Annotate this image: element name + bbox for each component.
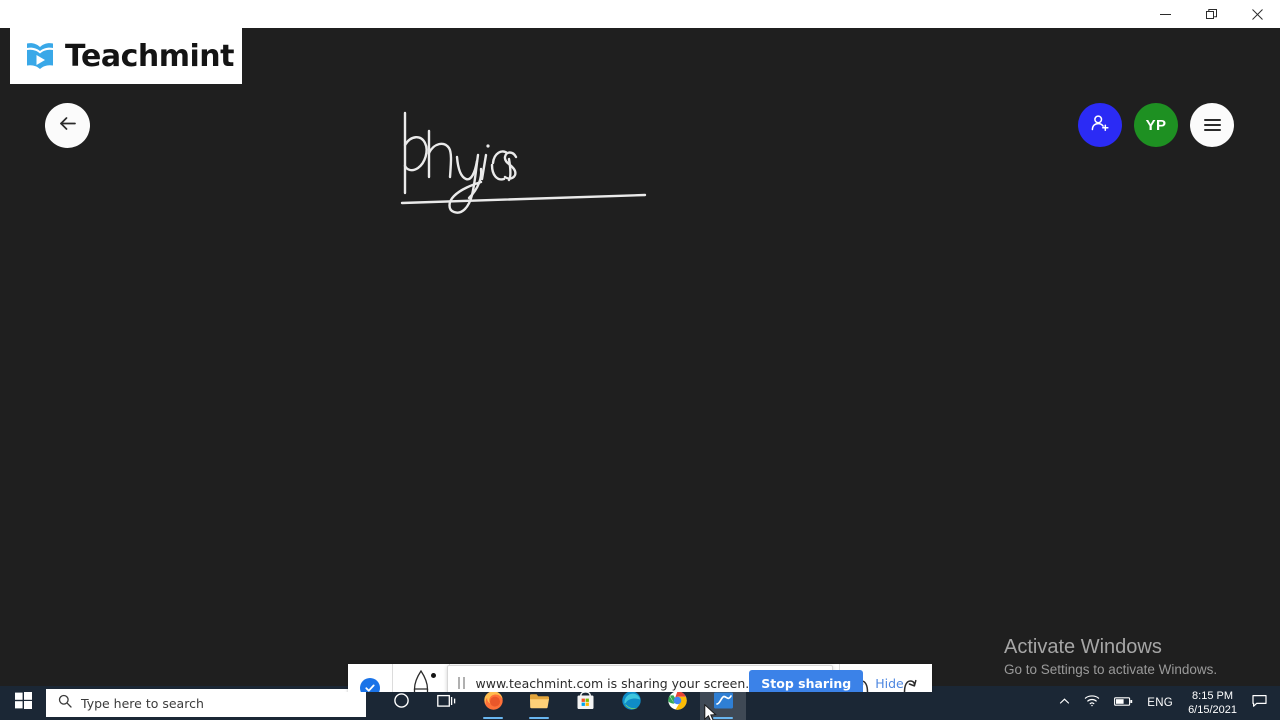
pen-tool-button[interactable] — [393, 664, 449, 692]
notification-icon — [1252, 694, 1267, 713]
window-close-button[interactable] — [1234, 0, 1280, 28]
pen-tip-icon — [408, 668, 434, 692]
tray-language-button[interactable]: ENG — [1140, 686, 1180, 720]
watermark-subtitle: Go to Settings to activate Windows. — [1004, 662, 1218, 677]
microsoft-store-icon — [576, 691, 595, 715]
windows-logo-icon — [14, 692, 32, 714]
window-title-bar — [0, 0, 1280, 28]
chevron-up-icon — [1059, 694, 1070, 712]
edge-icon — [621, 690, 642, 716]
menu-button[interactable] — [1190, 103, 1234, 147]
clock-date: 6/15/2021 — [1188, 704, 1237, 716]
pen-size-dot-icon — [431, 673, 436, 678]
open-book-play-icon — [23, 39, 57, 73]
search-input[interactable]: Type here to search — [46, 689, 366, 717]
action-center-button[interactable] — [1245, 686, 1274, 720]
handwritten-note-physics — [380, 73, 680, 238]
system-tray: ENG 8:15 PM 6/15/2021 — [1052, 686, 1280, 720]
activate-windows-watermark: Activate Windows Go to Settings to activ… — [1004, 634, 1274, 680]
brand-name: Teachmint — [65, 38, 234, 74]
taskbar-clock[interactable]: 8:15 PM 6/15/2021 — [1180, 686, 1245, 720]
watermark-title: Activate Windows — [1004, 636, 1162, 658]
arrow-left-icon — [57, 113, 78, 139]
share-message: www.teachmint.com is sharing your screen… — [475, 675, 750, 691]
person-add-icon — [1089, 112, 1111, 139]
window-minimize-button[interactable] — [1142, 0, 1188, 28]
search-placeholder: Type here to search — [81, 695, 204, 711]
tray-language-label: ENG — [1147, 697, 1174, 709]
chrome-icon — [667, 690, 688, 716]
stop-sharing-button[interactable]: Stop sharing — [749, 669, 864, 692]
hide-button[interactable]: Hide — [863, 676, 908, 691]
add-participant-button[interactable] — [1078, 103, 1122, 147]
top-right-actions: YP — [1078, 103, 1234, 147]
wifi-icon — [1084, 694, 1100, 712]
task-view-icon — [437, 693, 457, 714]
avatar-initials: YP — [1145, 116, 1167, 134]
teachmint-logo-banner: Teachmint — [10, 28, 242, 84]
start-button[interactable] — [0, 686, 46, 720]
cortana-circle-icon — [393, 692, 410, 714]
back-button[interactable] — [45, 103, 90, 148]
file-explorer-icon — [529, 692, 550, 715]
user-avatar[interactable]: YP — [1134, 103, 1178, 147]
mouse-cursor — [704, 703, 718, 720]
tray-chevron-button[interactable] — [1052, 686, 1077, 720]
screen-share-notification: www.teachmint.com is sharing your screen… — [447, 665, 904, 692]
app-root: Teachmint YP Activate Windows Go to Sett… — [0, 0, 1280, 720]
pause-icon — [458, 677, 465, 689]
tray-network-button[interactable] — [1077, 686, 1107, 720]
confirm-button[interactable] — [348, 664, 392, 692]
window-restore-button[interactable] — [1188, 0, 1234, 28]
check-circle-icon — [360, 678, 380, 692]
firefox-icon — [483, 690, 504, 716]
search-icon — [58, 694, 72, 713]
window-controls — [1142, 0, 1280, 28]
battery-icon — [1114, 694, 1133, 712]
hamburger-menu-icon — [1203, 116, 1221, 134]
whiteboard-canvas[interactable]: Teachmint YP Activate Windows Go to Sett… — [0, 28, 1280, 692]
tray-battery-button[interactable] — [1107, 686, 1140, 720]
clock-time: 8:15 PM — [1192, 690, 1234, 702]
